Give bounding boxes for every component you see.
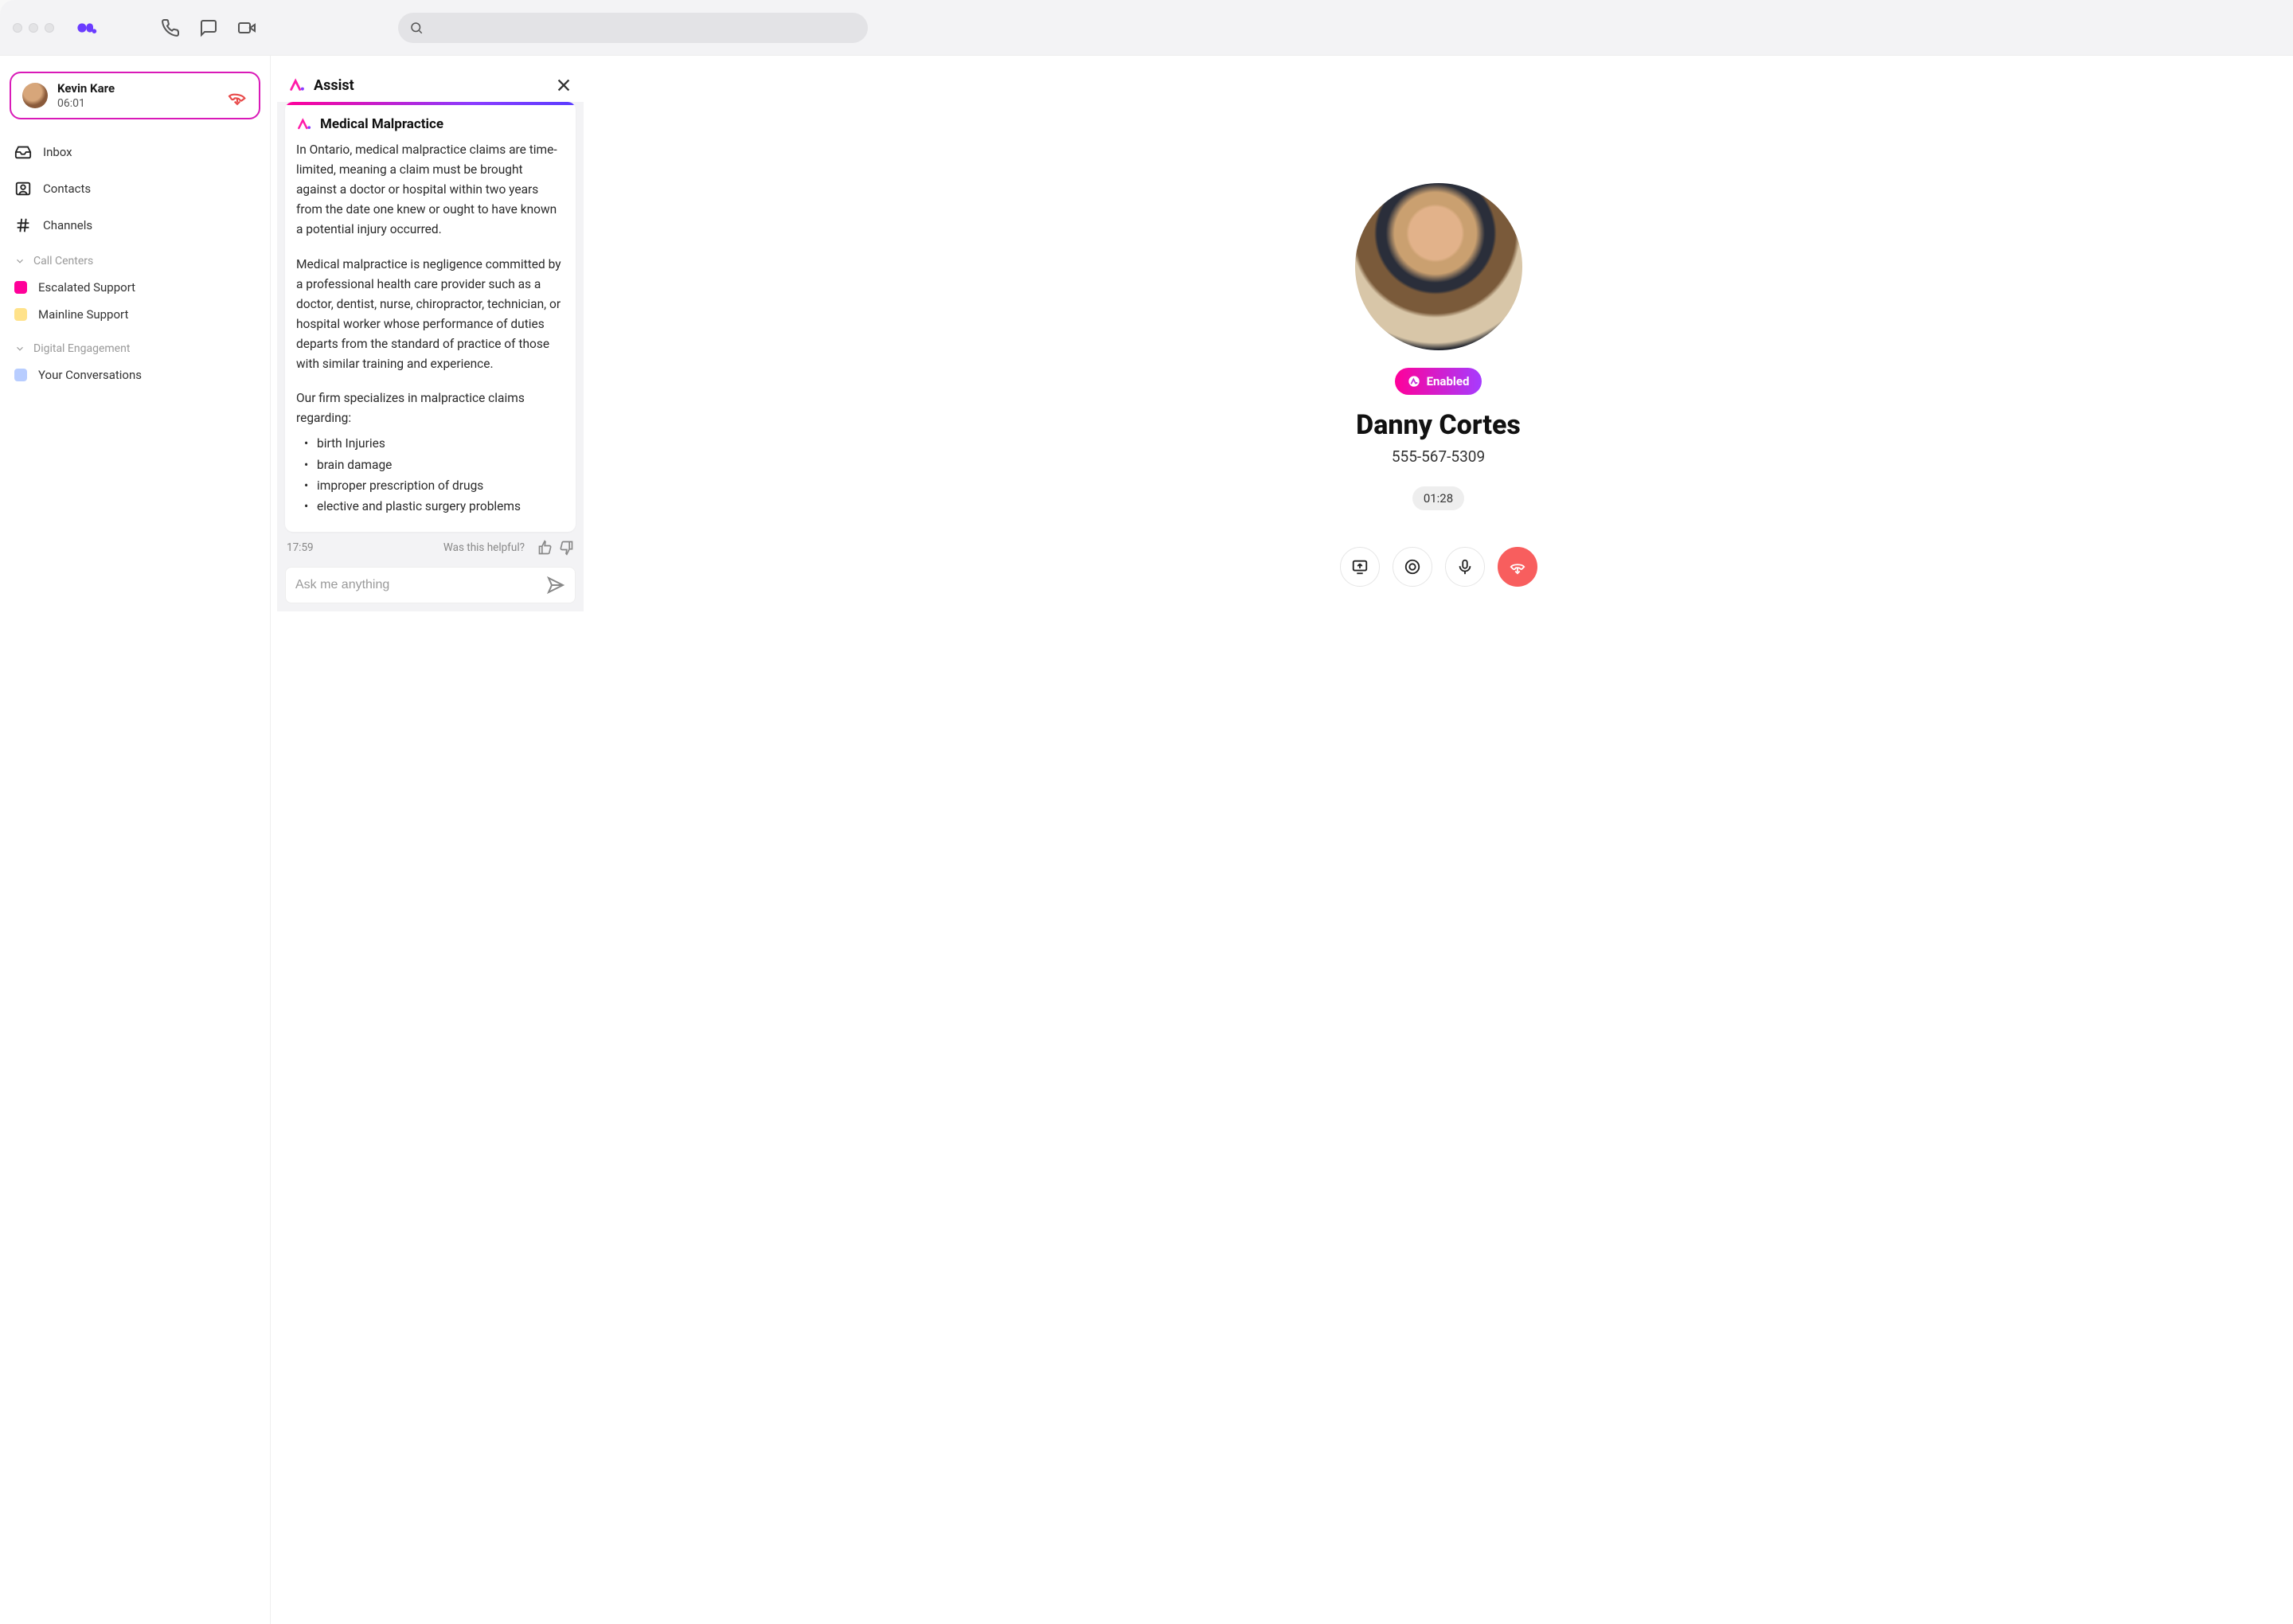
assist-logo-icon <box>1408 375 1420 388</box>
topbar-actions <box>161 18 256 37</box>
sidebar-item-label: Mainline Support <box>38 307 128 322</box>
card-bullet: birth Injuries <box>304 433 564 454</box>
sidebar-item-label: Your Conversations <box>38 368 142 382</box>
badge-label: Enabled <box>1427 374 1470 388</box>
color-chip <box>14 281 27 294</box>
sidebar-item-channels[interactable]: Channels <box>10 210 260 240</box>
record-button[interactable] <box>1393 547 1432 587</box>
sidebar-item-label: Channels <box>43 218 92 232</box>
chevron-down-icon <box>14 343 25 354</box>
card-bullet: improper prescription of drugs <box>304 475 564 496</box>
chat-icon[interactable] <box>199 18 218 37</box>
sidebar-item-contacts[interactable]: Contacts <box>10 174 260 204</box>
contact-avatar <box>1355 183 1522 350</box>
sidebar-item-label: Inbox <box>43 145 72 159</box>
card-paragraph: In Ontario, medical malpractice claims a… <box>296 140 564 240</box>
call-elapsed: 01:28 <box>1412 486 1464 510</box>
card-bullet: brain damage <box>304 455 564 475</box>
end-call-button[interactable] <box>1498 547 1537 587</box>
contact-name: Danny Cortes <box>1356 409 1521 441</box>
sidebar-item-your-conversations[interactable]: Your Conversations <box>10 361 260 388</box>
color-chip <box>14 308 27 321</box>
active-call-card[interactable]: Kevin Kare 06:01 <box>10 72 260 119</box>
send-icon[interactable] <box>546 576 565 595</box>
card-para-lead: Our firm specializes in malpractice clai… <box>296 391 525 425</box>
channels-icon <box>14 217 32 234</box>
window-controls[interactable] <box>13 23 54 33</box>
search-icon <box>409 21 424 35</box>
feedback-row: 17:59 Was this helpful? <box>285 532 576 560</box>
sidebar: Kevin Kare 06:01 Inbox Contacts <box>0 56 271 1624</box>
thumbs-up-icon[interactable] <box>537 540 553 556</box>
avatar <box>22 83 48 108</box>
assist-input[interactable] <box>295 578 546 592</box>
assist-logo-icon <box>288 76 306 94</box>
section-digital-engagement[interactable]: Digital Engagement <box>10 328 260 361</box>
card-paragraph: Medical malpractice is negligence commit… <box>296 255 564 375</box>
app-logo <box>76 17 99 39</box>
contact-panel: Enabled Danny Cortes 555-567-5309 01:28 <box>584 56 2293 1624</box>
assist-panel: Assist Medical Malpractice In Ontario, m… <box>277 65 584 1624</box>
window-minimize-dot[interactable] <box>29 23 38 33</box>
call-controls <box>1340 547 1537 587</box>
search-bar[interactable] <box>398 13 868 43</box>
assist-input-row <box>285 567 576 603</box>
sidebar-item-escalated-support[interactable]: Escalated Support <box>10 274 260 301</box>
window-topbar <box>0 0 2293 56</box>
window-zoom-dot[interactable] <box>45 23 54 33</box>
sidebar-item-label: Escalated Support <box>38 280 135 295</box>
color-chip <box>14 369 27 381</box>
ai-enabled-badge: Enabled <box>1395 368 1482 395</box>
active-call-name: Kevin Kare <box>57 81 217 96</box>
section-call-centers[interactable]: Call Centers <box>10 240 260 274</box>
section-label: Digital Engagement <box>33 342 130 355</box>
video-icon[interactable] <box>237 18 256 37</box>
sidebar-item-label: Contacts <box>43 182 91 196</box>
sidebar-item-mainline-support[interactable]: Mainline Support <box>10 301 260 328</box>
contacts-icon <box>14 180 32 197</box>
chevron-down-icon <box>14 256 25 267</box>
card-title: Medical Malpractice <box>320 116 443 132</box>
section-label: Call Centers <box>33 255 93 267</box>
card-bullet: elective and plastic surgery problems <box>304 496 564 517</box>
sidebar-item-inbox[interactable]: Inbox <box>10 137 260 167</box>
active-call-duration: 06:01 <box>57 97 217 110</box>
feedback-time: 17:59 <box>287 541 314 554</box>
contact-phone: 555-567-5309 <box>1392 447 1485 466</box>
inbox-icon <box>14 143 32 161</box>
assist-card: Medical Malpractice In Ontario, medical … <box>285 102 576 532</box>
screenshare-button[interactable] <box>1340 547 1380 587</box>
mute-button[interactable] <box>1445 547 1485 587</box>
assist-title: Assist <box>314 77 547 94</box>
thumbs-down-icon[interactable] <box>558 540 574 556</box>
window-close-dot[interactable] <box>13 23 22 33</box>
assist-logo-icon <box>296 116 312 132</box>
hangup-icon[interactable] <box>227 85 248 106</box>
phone-icon[interactable] <box>161 18 180 37</box>
close-icon[interactable] <box>555 76 572 94</box>
feedback-question: Was this helpful? <box>443 541 525 554</box>
card-paragraph: Our firm specializes in malpractice clai… <box>296 388 564 517</box>
